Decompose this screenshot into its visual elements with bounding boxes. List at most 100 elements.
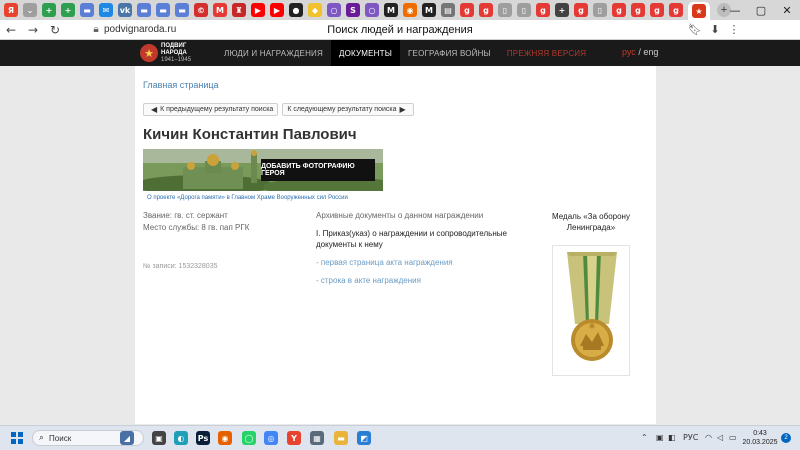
- taskbar-clock[interactable]: 0:43 20.03.2025: [742, 429, 778, 447]
- search-placeholder: Поиск: [49, 433, 72, 443]
- youtube-icon[interactable]: ▶: [251, 3, 265, 17]
- red-circle-icon[interactable]: g: [669, 3, 683, 17]
- order-title: I. Приказ(указ) о награждении и сопровод…: [316, 229, 507, 249]
- tray-app-icon[interactable]: ▣: [656, 433, 664, 442]
- forward-arrow-icon[interactable]: →: [22, 20, 44, 40]
- circle-red-icon[interactable]: ©: [194, 3, 208, 17]
- yandex-icon[interactable]: Я: [4, 3, 18, 17]
- bookmark-icon[interactable]: 🔖︎: [688, 23, 702, 36]
- ring-icon[interactable]: ○: [327, 3, 341, 17]
- lock-icon[interactable]: 🔒︎: [88, 24, 104, 35]
- page-icon[interactable]: ▯: [517, 3, 531, 17]
- doc-icon[interactable]: ▤: [441, 3, 455, 17]
- yandex-browser-icon[interactable]: Y: [287, 431, 301, 445]
- flag-icon[interactable]: ▬: [175, 3, 189, 17]
- hero-photo-banner: ДОБАВИТЬ ФОТОГРАФИЮ ГЕРОЯ: [143, 149, 383, 191]
- castle-icon[interactable]: ♜: [232, 3, 246, 17]
- plus-green-icon[interactable]: +: [61, 3, 75, 17]
- taskview-icon[interactable]: ▣: [152, 431, 166, 445]
- red-circle-icon[interactable]: g: [574, 3, 588, 17]
- photoshop-icon[interactable]: Ps: [196, 431, 210, 445]
- tray-app-icon[interactable]: ◧: [668, 433, 676, 442]
- wifi-icon[interactable]: ◠: [705, 433, 712, 442]
- minimize-button[interactable]: —: [722, 0, 748, 20]
- calculator-icon[interactable]: ▦: [310, 431, 324, 445]
- chevron-right-icon: ▶: [399, 105, 406, 114]
- red-circle-icon[interactable]: g: [536, 3, 550, 17]
- star-icon: ★: [140, 44, 158, 62]
- red-circle-icon[interactable]: g: [479, 3, 493, 17]
- explorer-icon[interactable]: ▬: [334, 431, 348, 445]
- prev-result-button[interactable]: ◀ К предыдущему результату поиска: [143, 103, 279, 116]
- notification-badge[interactable]: 2: [781, 433, 791, 443]
- active-tab[interactable]: ★: [688, 2, 710, 20]
- page-icon[interactable]: ▯: [498, 3, 512, 17]
- mail-icon[interactable]: ✉: [99, 3, 113, 17]
- orange-icon[interactable]: ◉: [403, 3, 417, 17]
- menu-dots-icon[interactable]: ⋮: [727, 23, 741, 37]
- flag-icon[interactable]: ▬: [80, 3, 94, 17]
- rank-text: Звание: гв. ст. сержант: [143, 211, 228, 220]
- volume-icon[interactable]: ◁: [717, 433, 723, 442]
- browser-tab-strip: Я ⌄ + + ▬ ✉ vk ▬ ▬ ▬ © M ♜ ▶ ▶ ● ◆ ○ S ○ M ◉ M ▤ g g ▯ ▯ g + g ▯ g g g g ★ +: [0, 0, 800, 20]
- site-logo[interactable]: ★ ПОДВИГ НАРОДА 1941–1945: [140, 42, 200, 64]
- page-icon[interactable]: ▯: [593, 3, 607, 17]
- podvig-naroda-icon: ★: [692, 4, 706, 18]
- row-in-act-link[interactable]: - строка в акте награждения: [316, 276, 421, 285]
- nav-war-geography[interactable]: ГЕОГРАФИЯ ВОЙНЫ: [400, 40, 499, 66]
- flag-icon[interactable]: ▬: [156, 3, 170, 17]
- language-switch: рус / eng: [622, 47, 658, 57]
- add-photo-button[interactable]: ДОБАВИТЬ ФОТОГРАФИЮ ГЕРОЯ: [261, 159, 375, 181]
- next-result-button[interactable]: К следующему результату поиска ▶: [282, 103, 414, 116]
- nav-previous-version[interactable]: ПРЕЖНЯЯ ВЕРСИЯ: [499, 40, 594, 66]
- tray-chevron-icon[interactable]: ⌃: [641, 433, 648, 442]
- red-circle-icon[interactable]: g: [631, 3, 645, 17]
- back-arrow-icon[interactable]: ←: [0, 20, 22, 40]
- lang-ru[interactable]: рус: [622, 47, 636, 57]
- ring-icon[interactable]: ○: [365, 3, 379, 17]
- battery-icon[interactable]: ▭: [729, 433, 737, 442]
- project-link[interactable]: О проекте «Дорога памяти» в Главном Храм…: [147, 195, 348, 201]
- edge-icon[interactable]: ◐: [174, 431, 188, 445]
- clock-time: 0:43: [753, 430, 767, 437]
- whatsapp-icon[interactable]: ◯: [242, 431, 256, 445]
- m-black-icon[interactable]: M: [384, 3, 398, 17]
- archive-docs-header: Архивные документы о данном награждении: [316, 211, 484, 220]
- vk-icon[interactable]: vk: [118, 3, 132, 17]
- firefox-icon[interactable]: ◉: [218, 431, 232, 445]
- nav-documents[interactable]: ДОКУМЕНТЫ: [330, 40, 401, 66]
- search-icon: ⌕: [39, 433, 45, 443]
- dot-icon[interactable]: ●: [289, 3, 303, 17]
- breadcrumb-home[interactable]: Главная страница: [143, 80, 219, 90]
- red-circle-icon[interactable]: g: [650, 3, 664, 17]
- plus-green-icon[interactable]: +: [42, 3, 56, 17]
- flag-icon[interactable]: ▬: [137, 3, 151, 17]
- reload-icon[interactable]: ↻: [44, 20, 66, 40]
- menu-icon[interactable]: ⌄: [23, 3, 37, 17]
- chevron-left-icon: ◀: [151, 105, 158, 114]
- m-icon[interactable]: M: [213, 3, 227, 17]
- duck-icon[interactable]: ◆: [308, 3, 322, 17]
- maximize-button[interactable]: ▢: [748, 0, 774, 20]
- url-field[interactable]: podvignaroda.ru: [104, 24, 176, 35]
- seal-icon[interactable]: ◢: [120, 431, 134, 445]
- red-circle-icon[interactable]: g: [612, 3, 626, 17]
- snip-icon[interactable]: ◩: [357, 431, 371, 445]
- close-window-button[interactable]: ✕: [774, 0, 800, 20]
- hero-name: Кичин Константин Павлович: [143, 126, 357, 143]
- chrome-icon[interactable]: ◎: [264, 431, 278, 445]
- plus-dark-icon[interactable]: +: [555, 3, 569, 17]
- m-black-icon[interactable]: M: [422, 3, 436, 17]
- input-language[interactable]: РУС: [683, 433, 698, 442]
- download-icon[interactable]: ⬇: [708, 23, 722, 37]
- s-icon[interactable]: S: [346, 3, 360, 17]
- red-circle-icon[interactable]: g: [460, 3, 474, 17]
- first-page-link[interactable]: - первая страница акта награждения: [316, 258, 453, 267]
- nav-people-awards[interactable]: ЛЮДИ И НАГРАЖДЕНИЯ: [216, 40, 331, 66]
- record-number: № записи: 1532328035: [143, 263, 218, 270]
- lang-en[interactable]: eng: [643, 47, 658, 57]
- clock-date: 20.03.2025: [742, 439, 778, 446]
- windows-start-icon[interactable]: [11, 432, 23, 444]
- medal-image-box[interactable]: [552, 245, 630, 376]
- youtube-icon[interactable]: ▶: [270, 3, 284, 17]
